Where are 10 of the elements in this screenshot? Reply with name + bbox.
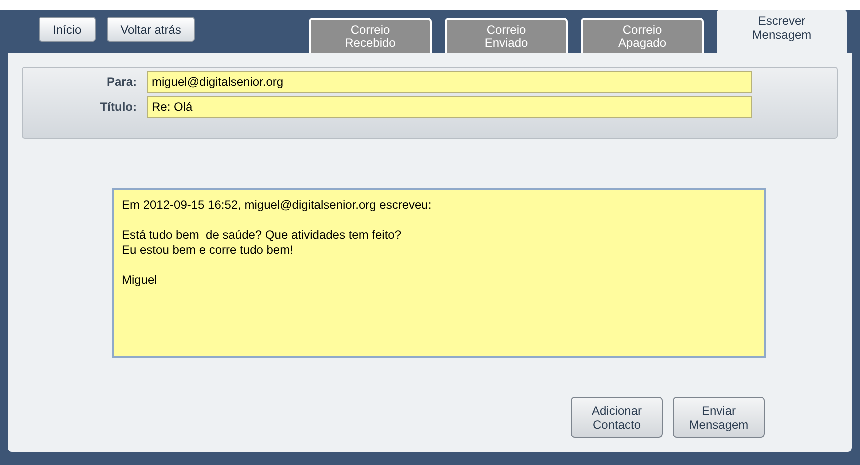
message-field[interactable]: Em 2012-09-15 16:52, miguel@digitalsenior.org escreveu: Está tudo bem de saúde? Que atividades tem feito? Eu estou bem e corre tudo bem! Miguel [112,188,766,358]
input-field[interactable]: Re: Olá [147,96,752,118]
nav-button[interactable]: Início [39,17,96,42]
field-label: Para: [106,74,138,91]
tab[interactable]: Escrever Mensagem [717,10,847,53]
input-field[interactable]: miguel@digitalsenior.org [147,71,752,93]
action-button[interactable]: Enviar Mensagem [673,397,765,438]
nav-button[interactable]: Voltar atrás [106,17,196,42]
field-label: Título: [99,99,138,116]
action-button[interactable]: Adicionar Contacto [571,397,663,438]
